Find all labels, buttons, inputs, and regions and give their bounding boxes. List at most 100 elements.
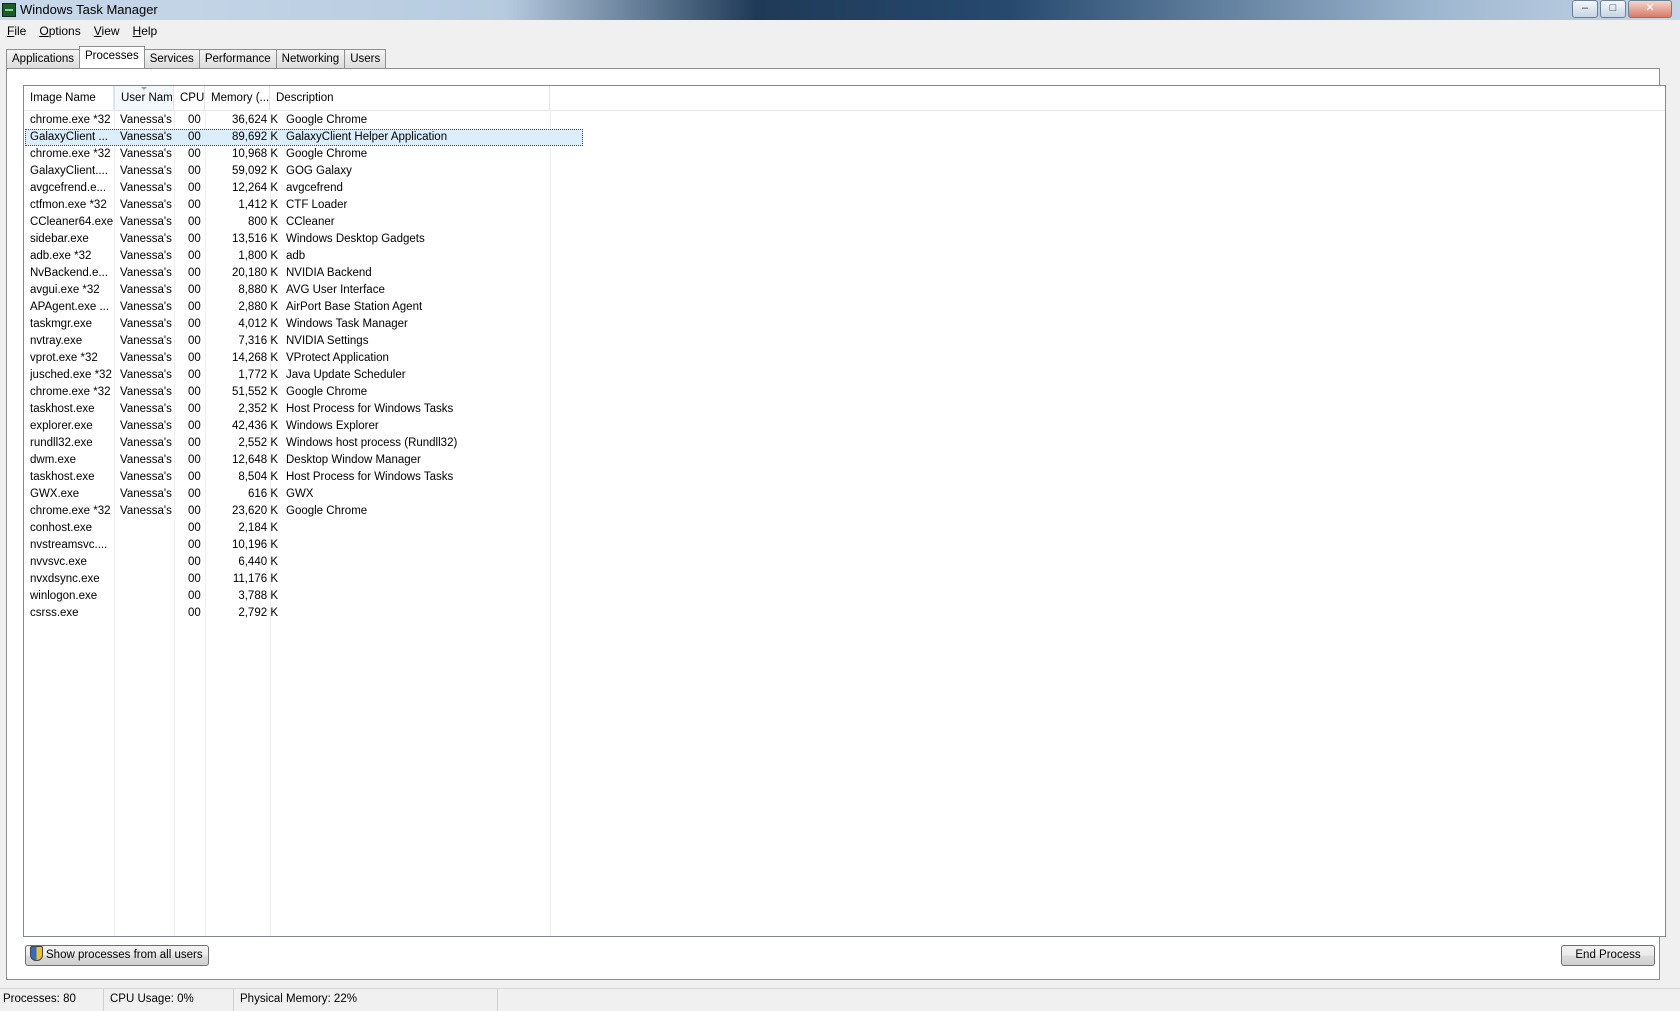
cell-cpu: 00	[188, 386, 201, 398]
menu-file[interactable]: File	[0, 21, 32, 38]
column-cpu[interactable]: CPU	[174, 86, 205, 110]
table-row[interactable]: nvvsvc.exe 00 6,440 K	[24, 554, 1665, 571]
status-physical-memory: Physical Memory: 22%	[236, 989, 498, 1011]
cell-cpu: 00	[188, 318, 201, 330]
table-row[interactable]: CCleaner64.exe Vanessa's 00 800 K CCleaner	[24, 214, 1665, 231]
end-process-button[interactable]: End Process	[1561, 945, 1655, 966]
task-manager-icon	[2, 3, 16, 17]
cell-image-name: taskhost.exe	[30, 403, 95, 415]
cell-description: Desktop Window Manager	[286, 454, 421, 466]
cell-cpu: 00	[188, 165, 201, 177]
close-button[interactable]: ✕	[1628, 0, 1672, 18]
cell-cpu: 00	[188, 250, 201, 262]
cell-user-name: Vanessa's	[120, 233, 172, 245]
cell-user-name: Vanessa's	[120, 471, 172, 483]
table-row[interactable]: sidebar.exe Vanessa's 00 13,516 K Windows De…	[24, 231, 1665, 248]
table-row[interactable]: taskhost.exe Vanessa's 00 2,352 K Host Proce…	[24, 401, 1665, 418]
tab-services[interactable]: Services	[143, 49, 200, 68]
table-row[interactable]: jusched.exe *32 Vanessa's 00 1,772 K Java Up…	[24, 367, 1665, 384]
cell-image-name: csrss.exe	[30, 607, 79, 619]
table-row[interactable]: ctfmon.exe *32 Vanessa's 00 1,412 K CTF Load…	[24, 197, 1665, 214]
cell-memory: 20,180 K	[231, 267, 278, 279]
cell-description: GOG Galaxy	[286, 165, 352, 177]
table-row[interactable]: adb.exe *32 Vanessa's 00 1,800 K adb	[24, 248, 1665, 265]
menu-help[interactable]: Help	[126, 21, 164, 38]
table-row[interactable]: chrome.exe *32 Vanessa's 00 51,552 K Google …	[24, 384, 1665, 401]
cell-description: avgcefrend	[286, 182, 343, 194]
table-row[interactable]: nvxdsync.exe 00 11,176 K	[24, 571, 1665, 588]
table-row[interactable]: nvtray.exe Vanessa's 00 7,316 K NVIDIA Setti…	[24, 333, 1665, 350]
cell-description: NVIDIA Settings	[286, 335, 369, 347]
cell-description: CTF Loader	[286, 199, 348, 211]
show-all-processes-button[interactable]: Show processes from all users	[25, 945, 209, 966]
table-row[interactable]: GalaxyClient.... Vanessa's 00 59,092 K GOG G…	[24, 163, 1665, 180]
cell-description: adb	[286, 250, 306, 262]
cell-memory: 2,792 K	[238, 607, 278, 619]
processes-panel: Image Name User Name CPU Memory (... Des…	[6, 68, 1666, 980]
tab-applications[interactable]: Applications	[6, 49, 81, 68]
cell-description: AVG User Interface	[286, 284, 385, 296]
table-row[interactable]: avgui.exe *32 Vanessa's 00 8,880 K AVG User …	[24, 282, 1665, 299]
column-image-name[interactable]: Image Name	[24, 86, 114, 110]
cell-description: NVIDIA Backend	[286, 267, 372, 279]
cell-description: Google Chrome	[286, 505, 368, 517]
cell-description: CCleaner	[286, 216, 335, 228]
title-bar: Windows Task Manager ‒ □ ✕	[0, 0, 1680, 20]
maximize-button[interactable]: □	[1600, 0, 1626, 18]
cell-user-name: Vanessa's	[120, 318, 172, 330]
cell-cpu: 00	[188, 301, 201, 313]
cell-cpu: 00	[188, 114, 201, 126]
column-memory[interactable]: Memory (...	[205, 86, 270, 110]
table-row[interactable]: vprot.exe *32 Vanessa's 00 14,268 K VProtect…	[24, 350, 1665, 367]
table-row[interactable]: winlogon.exe 00 3,788 K	[24, 588, 1665, 605]
cell-image-name: adb.exe *32	[30, 250, 92, 262]
cell-memory: 6,440 K	[238, 556, 278, 568]
status-processes: Processes: 80	[0, 989, 104, 1011]
cell-image-name: nvtray.exe	[30, 335, 83, 347]
table-row[interactable]: conhost.exe 00 2,184 K	[24, 520, 1665, 537]
table-row[interactable]: GWX.exe Vanessa's 00 616 K GWX	[24, 486, 1665, 503]
tab-users[interactable]: Users	[344, 49, 387, 68]
table-row[interactable]: avgcefrend.e... Vanessa's 00 12,264 K avgcef…	[24, 180, 1665, 197]
cell-cpu: 00	[188, 488, 201, 500]
cell-cpu: 00	[188, 352, 201, 364]
column-user-name[interactable]: User Name	[114, 86, 174, 110]
cell-image-name: APAgent.exe ...	[30, 301, 110, 313]
table-row[interactable]: taskhost.exe Vanessa's 00 8,504 K Host Proce…	[24, 469, 1665, 486]
cell-description: Windows host process (Rundll32)	[286, 437, 458, 449]
menu-options[interactable]: Options	[32, 21, 86, 38]
cell-user-name: Vanessa's	[120, 114, 172, 126]
cell-memory: 616 K	[247, 488, 278, 500]
show-all-label: Show processes from all users	[46, 949, 203, 961]
column-description[interactable]: Description	[270, 86, 550, 110]
table-row[interactable]: csrss.exe 00 2,792 K	[24, 605, 1665, 622]
table-row[interactable]: rundll32.exe Vanessa's 00 2,552 K Windows ho…	[24, 435, 1665, 452]
table-row[interactable]: nvstreamsvc.... 00 10,196 K	[24, 537, 1665, 554]
table-row[interactable]: taskmgr.exe Vanessa's 00 4,012 K Windows Tas…	[24, 316, 1665, 333]
status-bar: Processes: 80 CPU Usage: 0% Physical Mem…	[0, 988, 1680, 1011]
menu-view[interactable]: View	[87, 21, 126, 38]
cell-user-name: Vanessa's	[120, 454, 172, 466]
table-row[interactable]: chrome.exe *32 Vanessa's 00 36,624 K Google …	[24, 112, 1665, 129]
status-cpu-usage: CPU Usage: 0%	[106, 989, 234, 1011]
cell-image-name: vprot.exe *32	[30, 352, 98, 364]
cell-description: AirPort Base Station Agent	[286, 301, 423, 313]
tab-processes[interactable]: Processes	[79, 46, 145, 68]
table-row[interactable]: NvBackend.e... Vanessa's 00 20,180 K NVIDIA …	[24, 265, 1665, 282]
table-row[interactable]: explorer.exe Vanessa's 00 42,436 K Windows E…	[24, 418, 1665, 435]
table-row[interactable]: GalaxyClient ... Vanessa's 00 89,692 K Galax…	[24, 129, 1665, 146]
minimize-button[interactable]: ‒	[1572, 0, 1598, 18]
cell-cpu: 00	[188, 505, 201, 517]
cell-memory: 51,552 K	[231, 386, 278, 398]
cell-image-name: NvBackend.e...	[30, 267, 108, 279]
table-row[interactable]: dwm.exe Vanessa's 00 12,648 K Desktop Window…	[24, 452, 1665, 469]
cell-user-name: Vanessa's	[120, 335, 172, 347]
table-row[interactable]: APAgent.exe ... Vanessa's 00 2,880 K AirPort…	[24, 299, 1665, 316]
cell-cpu: 00	[188, 216, 201, 228]
tab-networking[interactable]: Networking	[275, 49, 346, 68]
tab-performance[interactable]: Performance	[198, 49, 277, 68]
process-list[interactable]: Image Name User Name CPU Memory (... Des…	[23, 85, 1666, 937]
cell-image-name: dwm.exe	[30, 454, 77, 466]
table-row[interactable]: chrome.exe *32 Vanessa's 00 10,968 K Google …	[24, 146, 1665, 163]
table-row[interactable]: chrome.exe *32 Vanessa's 00 23,620 K Google …	[24, 503, 1665, 520]
